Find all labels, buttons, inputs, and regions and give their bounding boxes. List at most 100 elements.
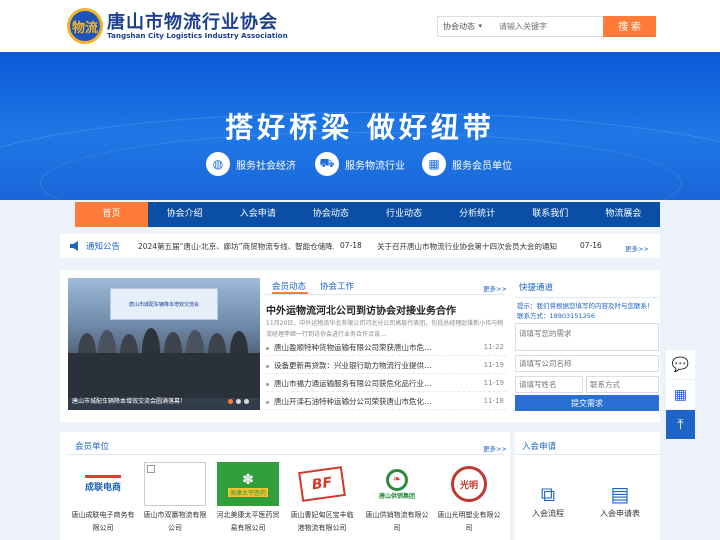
member-item[interactable]: ✽ 美康太平医药 河北美康太平医药贸易有限公司 <box>215 462 281 535</box>
qrcode-icon[interactable]: ▦ <box>666 380 695 409</box>
chat-icon[interactable]: 💬 <box>666 350 695 379</box>
main-nav: 首页 协会介绍 入会申请 协会动态 行业动态 分析统计 联系我们 物流展会 <box>75 202 660 227</box>
hero-banner: 搭好桥梁 做好纽带 ◍ 服务社会经济 ⛟ 服务物流行业 ▦ 服务会员单位 <box>0 52 720 200</box>
member-logo-text: 光明 <box>451 466 487 502</box>
request-textarea[interactable] <box>515 323 659 351</box>
flow-icon: ⧉ <box>540 482 556 506</box>
members-more-link[interactable]: 更多>> <box>483 443 507 453</box>
notice-date: 07-18 <box>340 241 362 250</box>
contact-phone: 联系方式：18903151256 <box>517 312 595 320</box>
notice-more-link[interactable]: 更多>> <box>625 243 649 253</box>
chevron-down-icon: ▾ <box>478 22 482 30</box>
members-divider <box>68 454 504 455</box>
member-logo-text: 美康太平医药 <box>227 487 268 497</box>
notice-date: 07-16 <box>580 241 602 250</box>
search-button[interactable]: 搜 索 <box>603 16 656 37</box>
building-icon: ▦ <box>422 152 446 176</box>
event-banner: 唐山市城配车辆降本增效交流会 <box>110 288 218 320</box>
news-item-date: 11-19 <box>483 379 504 387</box>
member-logo: ❧ 唐山供销集团 <box>366 462 428 506</box>
quick-channel-title: 快捷通道 <box>515 278 659 298</box>
company-name-field[interactable] <box>515 355 659 372</box>
search-scope-select[interactable]: 协会动态 ▾ <box>438 17 486 36</box>
member-item[interactable]: 唐山市双赢物流有限公司 <box>142 462 208 535</box>
search-scope-value: 协会动态 <box>443 22 475 31</box>
member-logo-text: BF <box>298 466 346 502</box>
nav-home[interactable]: 首页 <box>75 202 149 227</box>
carousel-caption: 唐山市城配车辆降本增效交流会圆满落幕！ <box>72 398 187 405</box>
member-name: 唐山成联电子商务有限公司 <box>71 511 135 532</box>
hero-item-label: 服务社会经济 <box>236 160 296 172</box>
member-item[interactable]: BF 唐山曹妃甸区宝丰临港物流有限公司 <box>289 462 355 535</box>
news-item-title: 唐山盈顺特种货物运输有限公司荣获唐山市危… <box>274 343 432 352</box>
news-list-item[interactable]: 设备更新再贷款：兴业银行助力物流行业提供… 11-19 <box>266 358 506 374</box>
member-name: 河北美康太平医药贸易有限公司 <box>216 511 280 532</box>
notice-label: 通知公告 <box>86 242 121 252</box>
tab-member-news[interactable]: 会员动态 <box>272 280 306 292</box>
join-form-link[interactable]: ▤ 入会申请表 <box>590 482 650 519</box>
event-banner-text: 唐山市城配车辆降本增效交流会 <box>128 302 199 308</box>
news-item-title: 唐山开滦石油特种运输分公司荣获唐山市危化… <box>274 397 432 406</box>
member-logo: 成联电商 <box>72 462 134 506</box>
carousel-dots[interactable] <box>228 399 249 404</box>
truck-icon: ⛟ <box>315 152 339 176</box>
nav-statistics[interactable]: 分析统计 <box>441 202 514 227</box>
member-item[interactable]: 光明 唐山光明塑业有限公司 <box>436 462 502 535</box>
hero-item-social: ◍ 服务社会经济 <box>206 152 296 176</box>
news-item-date: 11-18 <box>483 397 504 405</box>
nav-contact[interactable]: 联系我们 <box>514 202 587 227</box>
members-title: 会员单位 <box>75 442 110 452</box>
search-box: 协会动态 ▾ <box>437 16 618 37</box>
join-divider <box>515 454 660 455</box>
nav-expo[interactable]: 物流展会 <box>587 202 660 227</box>
hero-item-members: ▦ 服务会员单位 <box>422 152 512 176</box>
broken-image-icon <box>144 462 206 506</box>
member-item[interactable]: ❧ 唐山供销集团 唐山供销物流有限公司 <box>364 462 430 535</box>
active-tab-indicator <box>272 292 308 294</box>
news-item-date: 11-22 <box>483 343 504 351</box>
news-list-item[interactable]: 唐山市福力通运输服务有限公司获危化品行业… 11-19 <box>266 376 506 392</box>
news-more-link[interactable]: 更多>> <box>483 283 507 293</box>
contact-field[interactable] <box>586 376 659 393</box>
nav-association-news[interactable]: 协会动态 <box>294 202 367 227</box>
news-item-title: 唐山市福力通运输服务有限公司获危化品行业… <box>274 379 432 388</box>
news-list-item[interactable]: 唐山盈顺特种货物运输有限公司荣获唐山市危… 11-22 <box>266 340 506 356</box>
site-header: 物流 唐山市物流行业协会 Tangshan City Logistics Ind… <box>0 0 720 52</box>
association-logo[interactable]: 物流 <box>67 8 103 44</box>
member-logo-text: 唐山供销集团 <box>378 492 415 500</box>
join-item-label: 入会流程 <box>532 509 564 518</box>
back-to-top-icon[interactable]: ⤒ <box>666 410 695 439</box>
member-logo-text: 成联电商 <box>84 475 121 493</box>
search-input[interactable] <box>487 17 617 36</box>
member-logo: 光明 <box>438 462 500 506</box>
member-name: 唐山供销物流有限公司 <box>365 511 429 532</box>
tab-association-work[interactable]: 协会工作 <box>320 280 354 292</box>
nav-join[interactable]: 入会申请 <box>221 202 294 227</box>
member-logo: BF <box>291 462 353 506</box>
submit-request-button[interactable]: 提交需求 <box>515 395 659 411</box>
join-process-link[interactable]: ⧉ 入会流程 <box>518 482 578 519</box>
member-name: 唐山曹妃甸区宝丰临港物流有限公司 <box>290 511 354 532</box>
notice-item[interactable]: 关于召开唐山市物流行业协会第十四次会员大会的通知 <box>377 241 599 252</box>
leaf-icon: ✽ <box>242 471 254 488</box>
name-field[interactable] <box>515 376 583 393</box>
nav-about[interactable]: 协会介绍 <box>148 202 221 227</box>
news-item-title: 设备更新再贷款：兴业银行助力物流行业提供… <box>274 361 432 370</box>
hero-item-label: 服务会员单位 <box>452 160 512 172</box>
form-icon: ▤ <box>610 482 630 506</box>
news-carousel-image[interactable]: 唐山市城配车辆降本增效交流会 唐山市城配车辆降本增效交流会圆满落幕！ <box>68 278 260 410</box>
nav-industry-news[interactable]: 行业动态 <box>368 202 441 227</box>
tab-divider <box>265 294 505 295</box>
featured-news-title[interactable]: 中外运物流河北公司到访协会对接业务合作 <box>266 302 456 317</box>
notice-item[interactable]: 2024第五届“唐山-北京、廊坊”商贸物流专线、智能仓储降… <box>138 241 334 252</box>
news-list-item[interactable]: 唐山开滦石油特种运输分公司荣获唐山市危化… 11-18 <box>266 394 506 410</box>
join-item-label: 入会申请表 <box>600 509 640 518</box>
hero-slogan: 搭好桥梁 做好纽带 <box>225 111 495 144</box>
notice-line: 提示：我们将根据您填写的内容及时与您联系！ <box>517 302 654 310</box>
join-title: 入会申请 <box>522 442 557 452</box>
logo-mark: 物流 <box>71 20 98 36</box>
member-item[interactable]: 成联电商 唐山成联电子商务有限公司 <box>70 462 136 535</box>
notice-bar: 通知公告 2024第五届“唐山-北京、廊坊”商贸物流专线、智能仓储降… 07-1… <box>60 234 660 258</box>
member-logo: ✽ 美康太平医药 <box>217 462 279 506</box>
hero-item-label: 服务物流行业 <box>345 160 405 172</box>
